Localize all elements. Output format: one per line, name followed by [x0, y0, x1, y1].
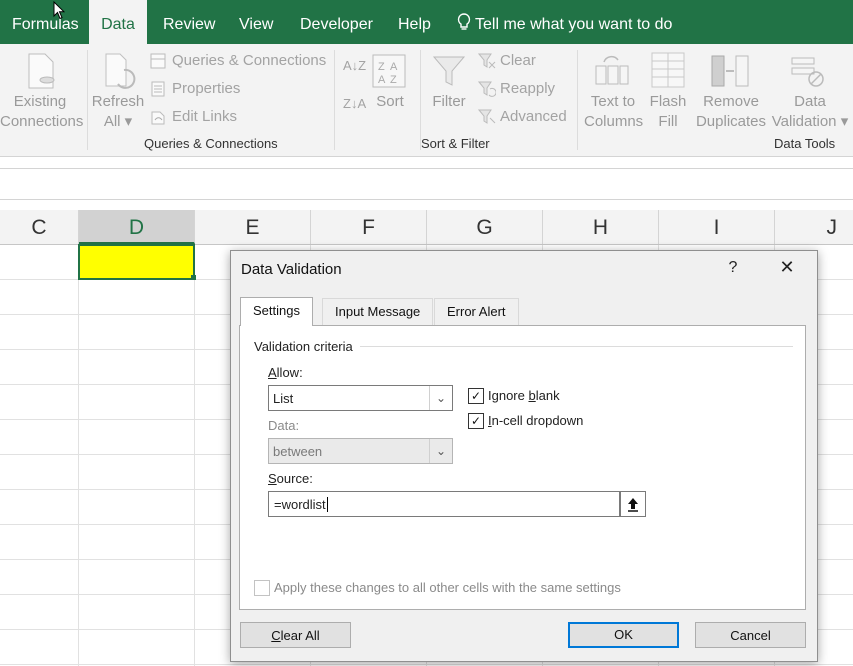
- section-divider: [360, 346, 793, 347]
- advanced-filter-icon: [478, 109, 496, 124]
- ribbon-tab-bar: Formulas Data Review View Developer Help…: [0, 0, 853, 44]
- clear-all-button[interactable]: Clear All: [240, 622, 351, 648]
- clear-button[interactable]: Clear: [500, 52, 536, 69]
- chevron-down-icon[interactable]: ⌄: [429, 386, 452, 410]
- data-label: Data:: [268, 418, 300, 433]
- text-to-columns-icon: [595, 56, 629, 85]
- cancel-button[interactable]: Cancel: [695, 622, 806, 648]
- queries-connections-button[interactable]: Queries & Connections: [172, 52, 326, 69]
- upload-arrow-icon: [628, 498, 638, 512]
- svg-text:Z: Z: [390, 74, 397, 86]
- validation-criteria-heading: Validation criteria: [254, 339, 353, 354]
- refresh-all-icon: [105, 53, 136, 89]
- selected-cell-d1[interactable]: [78, 244, 195, 280]
- column-header-h[interactable]: H: [543, 210, 659, 244]
- tab-formulas[interactable]: Formulas: [12, 0, 79, 44]
- sort-button[interactable]: Sort: [368, 92, 412, 112]
- in-cell-dropdown-label: In-cell dropdown: [488, 413, 584, 428]
- column-header-f[interactable]: F: [311, 210, 427, 244]
- column-headers: C D E F G H I J: [0, 210, 853, 245]
- sort-icon: Z AA Z: [372, 54, 406, 88]
- data-validation-icon: [791, 57, 824, 87]
- tell-me-search[interactable]: Tell me what you want to do: [457, 0, 672, 44]
- apply-all-checkbox[interactable]: [254, 580, 270, 596]
- edit-links-icon: [151, 111, 165, 125]
- help-button[interactable]: ?: [723, 259, 743, 277]
- remove-duplicates-icon: [711, 55, 749, 87]
- clear-filter-icon: [478, 53, 496, 69]
- allow-label: Allow:: [268, 365, 303, 380]
- properties-button[interactable]: Properties: [172, 80, 240, 97]
- column-header-e[interactable]: E: [195, 210, 311, 244]
- column-header-i[interactable]: I: [659, 210, 775, 244]
- column-header-d[interactable]: D: [79, 210, 195, 244]
- ribbon-data: Existing Connections Refresh All ▾ Queries…: [0, 44, 853, 157]
- column-header-c[interactable]: C: [0, 210, 79, 244]
- properties-icon: [151, 81, 165, 97]
- reapply-button[interactable]: Reapply: [500, 80, 555, 97]
- mouse-cursor-icon: [53, 1, 65, 20]
- flash-fill-button[interactable]: Flash Fill: [646, 92, 690, 132]
- tab-developer[interactable]: Developer: [300, 0, 373, 44]
- filter-icon: [432, 56, 466, 86]
- filter-button[interactable]: Filter: [428, 92, 470, 112]
- collapse-dialog-button[interactable]: [620, 491, 646, 517]
- tab-input-message[interactable]: Input Message: [322, 298, 434, 325]
- tell-me-text: Tell me what you want to do: [475, 16, 673, 33]
- data-validation-dialog: Data Validation ? ✕ Settings Input Messa…: [230, 250, 818, 662]
- edit-links-button[interactable]: Edit Links: [172, 108, 237, 125]
- queries-connections-icon: [150, 53, 166, 69]
- close-icon[interactable]: ✕: [777, 257, 797, 278]
- source-label: Source:: [268, 471, 313, 486]
- existing-connections-button[interactable]: Existing Connections: [0, 92, 83, 132]
- in-cell-dropdown-checkbox[interactable]: ✓: [468, 413, 484, 429]
- dialog-title: Data Validation: [241, 261, 342, 278]
- existing-connections-icon: [28, 53, 55, 89]
- lightbulb-icon: [457, 0, 471, 50]
- ignore-blank-checkbox[interactable]: ✓: [468, 388, 484, 404]
- remove-duplicates-button[interactable]: Remove Duplicates: [695, 92, 767, 132]
- tab-help[interactable]: Help: [398, 0, 431, 44]
- ok-button[interactable]: OK: [568, 622, 679, 648]
- group-label-queries: Queries & Connections: [144, 136, 278, 151]
- fill-handle[interactable]: [191, 275, 196, 280]
- tab-data[interactable]: Data: [89, 0, 147, 44]
- source-input[interactable]: =wordlist: [268, 491, 620, 517]
- tab-review[interactable]: Review: [163, 0, 215, 44]
- allow-select[interactable]: List ⌄: [268, 385, 453, 411]
- data-validation-button[interactable]: Data Validation ▾: [766, 92, 853, 132]
- settings-panel: Validation criteria Allow: List ⌄ ✓ Igno…: [239, 325, 806, 610]
- sort-z-to-a-icon[interactable]: Z↓A: [343, 96, 366, 111]
- text-to-columns-button[interactable]: Text to Columns: [584, 92, 643, 132]
- refresh-all-button[interactable]: Refresh All ▾: [88, 92, 148, 132]
- column-header-g[interactable]: G: [427, 210, 543, 244]
- flash-fill-icon: [651, 52, 685, 88]
- tab-view[interactable]: View: [239, 0, 273, 44]
- ignore-blank-label: Ignore blank: [488, 388, 560, 403]
- sort-a-to-z-icon[interactable]: A↓Z: [343, 58, 366, 73]
- tab-error-alert[interactable]: Error Alert: [434, 298, 519, 325]
- svg-text:Z: Z: [378, 61, 385, 73]
- formula-bar[interactable]: [0, 168, 853, 200]
- column-header-j[interactable]: J: [775, 210, 853, 244]
- group-label-data-tools: Data Tools: [774, 136, 836, 151]
- apply-all-label: Apply these changes to all other cells w…: [274, 580, 621, 595]
- reapply-icon: [478, 81, 496, 97]
- chevron-down-icon: ⌄: [429, 439, 452, 463]
- svg-text:A: A: [378, 74, 386, 86]
- tab-settings[interactable]: Settings: [240, 297, 313, 326]
- data-select: between ⌄: [268, 438, 453, 464]
- advanced-button[interactable]: Advanced: [500, 108, 567, 125]
- group-label-sort-filter: Sort & Filter: [421, 136, 490, 151]
- svg-text:A: A: [390, 61, 398, 73]
